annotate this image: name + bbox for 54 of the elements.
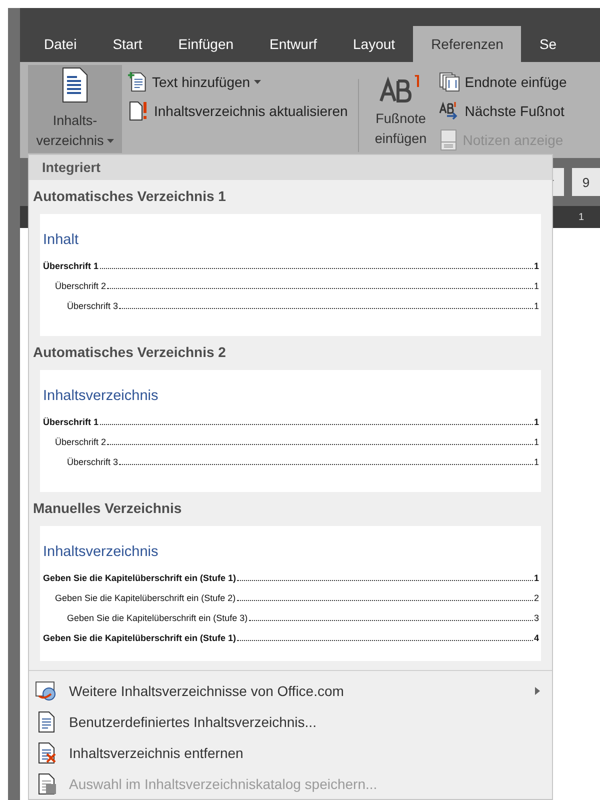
ribbon-tab[interactable]: Einfügen [160,26,252,62]
ribbon-tab[interactable]: Layout [335,26,414,62]
toc-entry-text: Überschrift 1 [43,261,99,271]
toc-entry-text: Geben Sie die Kapitelüberschrift ein (Stufe 2) [55,593,236,603]
menu-item[interactable]: Weitere Inhaltsverzeichnisse von Office.com [29,675,552,706]
stacked-pages-icon [438,72,461,92]
toc-entry-text: Geben Sie die Kapitelüberschrift ein (Stufe 1) [43,573,236,583]
toc-entry-text: Geben Sie die Kapitelüberschrift ein (Stufe 3) [67,613,248,623]
ruler-number: 1 [578,212,584,222]
notes-icon [438,129,459,151]
page-number: 1 [534,417,539,427]
add-text-icon [128,72,148,92]
ribbon-tab[interactable]: Start [94,26,160,62]
toc-entry-text: Überschrift 3 [67,301,118,311]
table-of-contents-button[interactable]: Inhalts- verzeichnis [28,65,122,153]
ribbon-command[interactable]: Nächste Fußnot [438,99,567,123]
ribbon-tab[interactable]: Datei [26,26,95,62]
ribbon-command[interactable]: Text hinzufügen [128,70,348,94]
ribbon-tab[interactable]: Referenzen [413,26,522,62]
page-number: 1 [534,573,539,583]
gallery-item-title: Manuelles Verzeichnis [32,499,183,518]
ribbon-command[interactable]: Endnote einfüge [438,70,567,94]
gallery-item-title: Automatisches Verzeichnis 1 [32,187,227,206]
page-number: 3 [534,613,539,623]
caret-icon [106,139,114,144]
toc-entry-text: Überschrift 2 [55,281,106,291]
page-number: 1 [534,437,539,447]
document-icon [60,67,90,103]
gallery-item-title: Automatisches Verzeichnis 2 [32,343,227,362]
font-size-field[interactable]: 9 [572,168,600,196]
page-number: 1 [534,281,539,291]
page-number: 2 [534,593,539,603]
preview-heading: Inhalt [43,232,80,248]
page-number: 1 [534,301,539,311]
table-of-contents-preview[interactable]: Inhalt Überschrift 1 1 Überschrift 2 1 Überschrift 3 1 [40,214,541,336]
menu-item[interactable]: Benutzerdefiniertes Inhaltsverzeichnis... [29,706,552,737]
menu-section-header: Integriert [42,160,101,175]
toc-entry-text: Geben Sie die Kapitelüberschrift ein (Stufe 1) [43,633,236,643]
page-number: 1 [534,261,539,271]
toc-entry-text: Überschrift 3 [67,457,118,467]
menu-item[interactable]: Inhaltsverzeichnis entfernen [29,737,552,768]
table-of-contents-preview[interactable] [40,526,541,661]
insert-footnote-button[interactable]: Fußnote einfügen [368,65,433,158]
toc-entry-text: Überschrift 2 [55,437,106,447]
page-number: 1 [534,457,539,467]
ribbon-command[interactable]: Inhaltsverzeichnis aktualisieren [128,99,348,123]
globe-document-icon [35,680,57,702]
page-number: 4 [534,633,539,643]
ribbon-tab[interactable]: Se [521,26,575,62]
preview-heading: Inhaltsverzeichnis [43,388,160,404]
toc-entry-text: Überschrift 1 [43,417,99,427]
preview-heading: Inhaltsverzeichnis [43,544,160,560]
ribbon-tab[interactable]: Entwurf [252,26,336,62]
table-of-contents-preview[interactable]: Inhaltsverzeichnis Überschrift 1 1 Überschrift 2 1 Überschrift 3 1 [40,370,541,492]
